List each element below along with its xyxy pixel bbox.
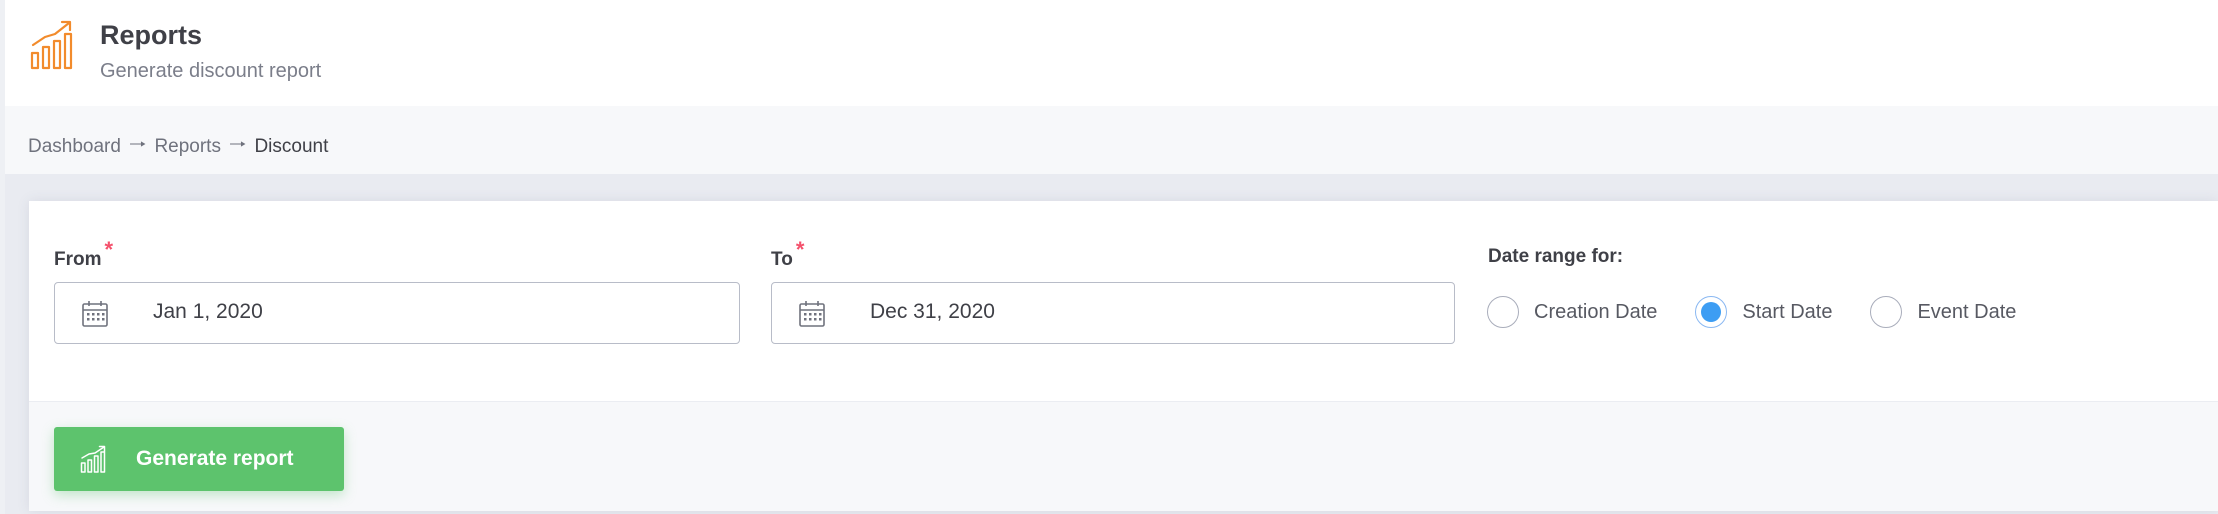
page-subtitle: Generate discount report — [100, 60, 322, 82]
radio-button-selected[interactable] — [1695, 296, 1728, 328]
radio-start-date[interactable]: Start Date — [1695, 296, 1832, 328]
radio-label[interactable]: Start Date — [1742, 301, 1832, 324]
radio-creation-date[interactable]: Creation Date — [1487, 296, 1657, 328]
radio-button[interactable] — [1870, 296, 1903, 328]
arrow-right-icon: 🠒 — [228, 134, 247, 156]
form-body: From * Jan 1, 2020 To * Dec 31, 2020 Dat… — [29, 201, 2218, 402]
to-date-value[interactable]: Dec 31, 2020 — [870, 300, 995, 324]
required-mark: * — [104, 237, 114, 262]
generate-report-label[interactable]: Generate report — [136, 447, 294, 471]
to-date-field[interactable]: Dec 31, 2020 — [771, 282, 1455, 344]
calendar-icon[interactable] — [81, 300, 109, 328]
page-title: Reports — [100, 20, 203, 50]
radio-event-date[interactable]: Event Date — [1870, 296, 2016, 328]
radio-button[interactable] — [1487, 296, 1519, 328]
required-mark: * — [795, 237, 805, 262]
breadcrumb-discount: Discount — [254, 136, 329, 157]
report-form-card: From * Jan 1, 2020 To * Dec 31, 2020 Dat… — [29, 201, 2218, 511]
bar-chart-growth-icon — [80, 445, 106, 473]
arrow-right-icon: 🠒 — [128, 134, 147, 156]
breadcrumb-reports[interactable]: Reports — [154, 136, 221, 158]
breadcrumb: Dashboard 🠒 Reports 🠒 Discount — [28, 130, 328, 164]
date-range-radio-group: Creation Date Start Date Event Date — [1487, 296, 2054, 328]
date-range-label: Date range for: — [1488, 246, 1624, 267]
radio-label[interactable]: Creation Date — [1534, 301, 1657, 324]
breadcrumb-bar: Dashboard 🠒 Reports 🠒 Discount — [5, 106, 2218, 174]
from-date-field[interactable]: Jan 1, 2020 — [54, 282, 740, 344]
generate-report-button[interactable]: Generate report — [54, 427, 344, 491]
from-label: From * — [54, 237, 113, 271]
from-date-value[interactable]: Jan 1, 2020 — [153, 300, 263, 324]
form-footer: Generate report — [29, 402, 2218, 511]
calendar-icon[interactable] — [798, 300, 826, 328]
radio-label[interactable]: Event Date — [1917, 301, 2016, 324]
bar-chart-growth-icon — [30, 20, 73, 70]
from-label-text: From — [54, 249, 102, 270]
breadcrumb-dashboard[interactable]: Dashboard — [28, 136, 121, 158]
page-header: Reports Generate discount report — [5, 0, 2218, 106]
to-label-text: To — [771, 249, 793, 270]
to-label: To * — [771, 237, 804, 271]
